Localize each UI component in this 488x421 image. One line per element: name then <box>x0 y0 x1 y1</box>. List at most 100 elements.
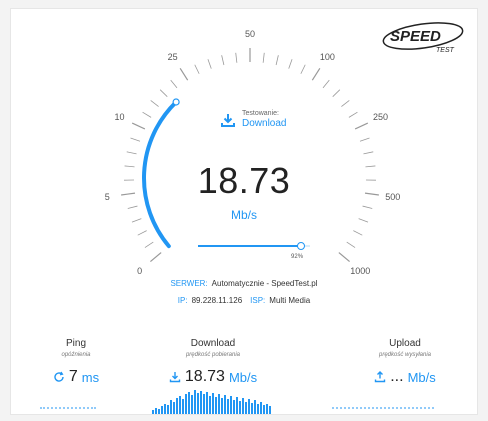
gauge-scale-label: 10 <box>114 112 125 123</box>
activity-bar <box>152 410 154 414</box>
isp-value: Multi Media <box>269 296 311 305</box>
activity-bar <box>230 396 232 414</box>
activity-bar <box>227 399 229 414</box>
isp-label: ISP: <box>250 296 266 305</box>
server-value: Automatycznie - SpeedTest.pl <box>211 279 318 288</box>
activity-bar <box>158 409 160 414</box>
gauge-minor-tick <box>144 241 154 248</box>
activity-bar <box>188 392 190 414</box>
gauge-scale-label: 100 <box>319 51 335 62</box>
activity-bar <box>224 395 226 414</box>
gauge-minor-tick <box>207 59 212 69</box>
activity-bar <box>233 400 235 414</box>
ping-title: Ping <box>65 338 86 349</box>
server-label: SERWER: <box>170 279 208 288</box>
gauge-minor-tick <box>159 89 168 97</box>
gauge-minor-tick <box>300 64 306 74</box>
gauge-minor-tick <box>142 111 152 118</box>
upload-subtitle: prędkość wysyłania <box>378 352 432 358</box>
gauge-minor-tick <box>262 52 265 63</box>
gauge-minor-tick <box>363 151 374 155</box>
gauge-scale-label: 1000 <box>350 265 371 276</box>
gauge-major-tick <box>311 68 321 81</box>
gauge-minor-tick <box>126 151 137 155</box>
gauge-minor-tick <box>341 100 350 107</box>
gauge-minor-tick <box>322 79 330 89</box>
download-subtitle: prędkość pobierania <box>185 352 241 358</box>
current-speed-value: 18.73 <box>197 160 291 201</box>
download-icon <box>221 113 235 127</box>
activity-bar <box>203 394 205 414</box>
activity-bar <box>269 406 271 414</box>
upload-unit: Mb/s <box>407 369 436 385</box>
upload-stat: Upload prędkość wysyłania ... Mb/s <box>335 338 475 386</box>
activity-bar <box>236 397 238 414</box>
gauge-minor-tick <box>130 137 141 142</box>
speed-gauge <box>121 48 379 263</box>
download-title: Download <box>190 338 236 349</box>
activity-bar <box>257 404 259 414</box>
activity-bar <box>260 402 262 414</box>
activity-bar <box>176 398 178 414</box>
gauge-major-tick <box>131 122 146 130</box>
activity-bar <box>185 394 187 414</box>
gauge-minor-tick <box>348 111 358 118</box>
activity-bar <box>221 398 223 414</box>
ip-info: IP: 89.228.11.126 ISP: Multi Media <box>0 296 488 305</box>
gauge-scale-label: 250 <box>372 112 389 123</box>
refresh-icon <box>54 371 64 382</box>
activity-bar <box>263 405 265 414</box>
activity-bar <box>218 394 220 414</box>
gauge-minor-tick <box>288 59 293 69</box>
gauge-scale-label: 25 <box>167 51 178 62</box>
activity-bar <box>251 403 253 414</box>
gauge-major-tick <box>338 252 350 263</box>
activity-bar <box>179 396 181 414</box>
activity-bar <box>167 405 169 414</box>
upload-icon <box>375 371 386 383</box>
gauge-minor-tick <box>359 137 370 142</box>
activity-bar <box>215 397 217 414</box>
gauge-scale-label: 0 <box>137 265 143 276</box>
activity-bar <box>245 402 247 414</box>
activity-bar <box>182 399 184 414</box>
activity-bar <box>200 391 202 414</box>
activity-bar <box>194 390 196 414</box>
test-progress-bar <box>198 240 310 252</box>
gauge-major-tick <box>179 68 189 81</box>
upload-divider <box>332 407 434 411</box>
gauge-major-tick <box>150 252 162 263</box>
gauge-minor-tick <box>194 64 200 74</box>
ip-label: IP: <box>177 296 188 305</box>
progress-percent: 92% <box>291 254 304 260</box>
gauge-minor-tick <box>137 230 147 236</box>
download-stat: Download prędkość pobierania 18.73 Mb/s <box>143 338 283 386</box>
activity-bar <box>161 406 163 414</box>
upload-title: Upload <box>389 338 421 349</box>
activity-bar <box>170 400 172 414</box>
gauge-minor-tick <box>346 241 356 248</box>
activity-bar <box>164 404 166 414</box>
download-icon <box>169 372 181 383</box>
gauge-minor-tick <box>170 79 178 89</box>
gauge-minor-tick <box>275 55 279 66</box>
activity-bar <box>266 404 268 414</box>
testing-status: Testowanie: Download <box>220 110 286 129</box>
activity-bar <box>248 399 250 414</box>
testing-value: Download <box>242 118 287 129</box>
activity-bar <box>242 398 244 414</box>
gauge-minor-tick <box>353 230 363 236</box>
server-info: SERWER: Automatycznie - SpeedTest.pl <box>0 279 488 288</box>
ping-stat: Ping opóźnienia 7 ms <box>6 338 146 386</box>
gauge-minor-tick <box>332 89 341 97</box>
gauge-minor-tick <box>221 55 225 66</box>
ip-value: 89.228.11.126 <box>191 296 243 305</box>
download-activity-bars <box>152 390 272 414</box>
gauge-needle-knob <box>172 98 180 106</box>
gauge-scale-label: 50 <box>244 29 256 39</box>
progress-fill <box>198 245 302 247</box>
activity-bar <box>191 395 193 414</box>
download-unit: Mb/s <box>228 369 258 385</box>
ping-divider <box>40 407 96 411</box>
activity-bar <box>254 400 256 414</box>
